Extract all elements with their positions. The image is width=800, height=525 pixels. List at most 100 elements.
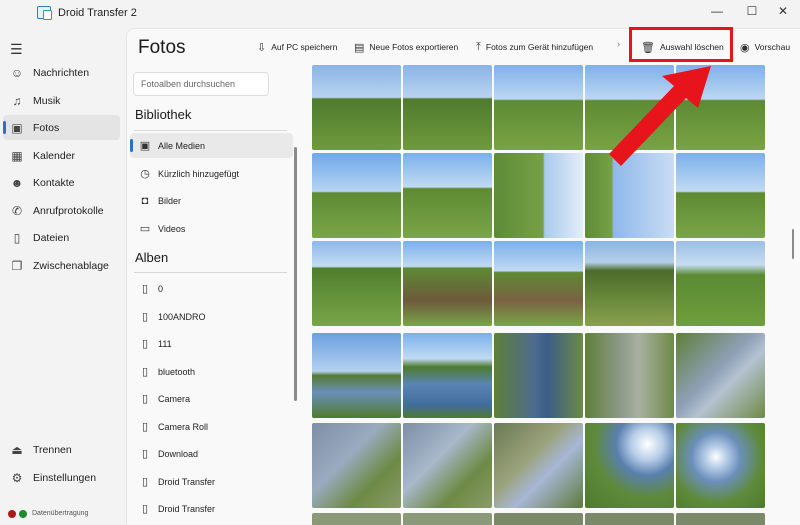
- app-logo-icon: [37, 6, 52, 20]
- export-new-photos-label: Neue Fotos exportieren: [369, 42, 459, 52]
- eye-icon: ◉: [740, 41, 750, 54]
- photo-thumbnail[interactable]: [494, 513, 583, 525]
- title-bar: Droid Transfer 2 — ☐ ✕: [0, 0, 800, 28]
- save-pc-icon: ⇩: [257, 41, 267, 54]
- photo-thumbnail[interactable]: [494, 153, 583, 238]
- album-item[interactable]: ▯ 0: [130, 276, 293, 301]
- photo-thumbnail[interactable]: [312, 65, 401, 150]
- sidebar-item-musik[interactable]: ♫ Musik: [3, 88, 120, 113]
- phone-storage-icon: ▯: [141, 393, 149, 405]
- photo-thumbnail[interactable]: [585, 241, 674, 326]
- gear-icon: ⚙: [11, 470, 23, 485]
- disconnect-button[interactable]: ⏏ Trennen: [3, 437, 120, 462]
- album-item-label: bluetooth: [158, 366, 196, 377]
- library-item-all-media[interactable]: ▣ Alle Medien: [130, 133, 293, 158]
- photo-thumbnail[interactable]: [403, 423, 492, 508]
- sidebar-item-label: Dateien: [33, 231, 70, 244]
- chat-icon: ☺: [10, 65, 24, 80]
- sidebar-item-anrufprotokolle[interactable]: ✆ Anrufprotokolle: [3, 198, 120, 223]
- album-item-label: Camera: [158, 393, 191, 404]
- album-item-label: 100ANDRO: [158, 311, 206, 322]
- library-item-recent[interactable]: ◷ Kürzlich hinzugefügt: [130, 161, 293, 186]
- photo-thumbnail[interactable]: [403, 65, 492, 150]
- export-new-photos-button[interactable]: ▤ Neue Fotos exportieren: [354, 39, 458, 55]
- red-arrow-annotation: [609, 66, 711, 166]
- photo-thumbnail[interactable]: [403, 153, 492, 238]
- photo-thumbnail[interactable]: [312, 241, 401, 326]
- preview-button[interactable]: ◉ Vorschau: [740, 39, 790, 55]
- photo-thumbnail[interactable]: [494, 333, 583, 418]
- file-icon: ▯: [13, 230, 21, 245]
- photo-thumbnail[interactable]: [494, 423, 583, 508]
- contacts-icon: ☻: [10, 175, 24, 190]
- photo-thumbnail[interactable]: [494, 241, 583, 326]
- divider: [134, 272, 287, 273]
- phone-storage-icon: ▯: [141, 421, 149, 433]
- photo-thumbnail[interactable]: [403, 333, 492, 418]
- phone-storage-icon: ▯: [141, 338, 149, 350]
- photo-thumbnail[interactable]: [676, 333, 765, 418]
- image-icon: ▣: [139, 140, 151, 152]
- status-dot-green: [19, 510, 27, 518]
- gallery-scrollbar[interactable]: [792, 229, 794, 259]
- save-to-pc-label: Auf PC speichern: [271, 42, 338, 52]
- photo-thumbnail[interactable]: [494, 65, 583, 150]
- photo-thumbnail[interactable]: [403, 513, 492, 525]
- maximize-button[interactable]: ☐: [735, 0, 769, 22]
- sidebar-item-kontakte[interactable]: ☻ Kontakte: [3, 170, 120, 195]
- album-item[interactable]: ▯ Droid Transfer: [130, 496, 293, 521]
- save-to-pc-button[interactable]: ⇩ Auf PC speichern: [257, 39, 337, 55]
- library-item-label: Kürzlich hinzugefügt: [158, 168, 240, 179]
- library-item-label: Alle Medien: [158, 140, 206, 151]
- photo-thumbnail[interactable]: [585, 333, 674, 418]
- photo-thumbnail[interactable]: [676, 241, 765, 326]
- window-title: Droid Transfer 2: [58, 7, 137, 19]
- photo-thumbnail[interactable]: [585, 423, 674, 508]
- sidebar-item-dateien[interactable]: ▯ Dateien: [3, 225, 120, 250]
- sidebar-item-label: Fotos: [33, 121, 60, 134]
- photo-thumbnail[interactable]: [676, 423, 765, 508]
- close-button[interactable]: ✕: [766, 0, 800, 22]
- album-item[interactable]: ▯ bluetooth: [130, 359, 293, 384]
- status-indicator: [8, 510, 27, 518]
- photo-thumbnail[interactable]: [312, 513, 401, 525]
- library-item-videos[interactable]: ▭ Videos: [130, 216, 293, 241]
- photo-thumbnail[interactable]: [585, 513, 674, 525]
- hamburger-menu-icon[interactable]: ☰: [10, 41, 23, 58]
- sidebar-item-kalender[interactable]: ▦ Kalender: [3, 143, 120, 168]
- album-item[interactable]: ▯ Droid Transfer: [130, 469, 293, 494]
- status-dot-red: [8, 510, 16, 518]
- albums-panel: Fotoalben durchsuchen Bibliothek ▣ Alle …: [127, 65, 302, 525]
- add-photos-to-device-button[interactable]: ⤒ Fotos zum Gerät hinzufügen: [476, 39, 593, 55]
- photo-thumbnail[interactable]: [312, 153, 401, 238]
- sidebar-item-fotos[interactable]: ▣ Fotos: [3, 115, 120, 140]
- photo-thumbnail[interactable]: [403, 241, 492, 326]
- album-item-label: 111: [158, 338, 172, 349]
- sidebar-item-label: Nachrichten: [33, 66, 90, 79]
- minimize-button[interactable]: —: [700, 0, 734, 22]
- album-item[interactable]: ▯ 111: [130, 331, 293, 356]
- photo-thumbnail[interactable]: [312, 333, 401, 418]
- recent-icon: ◷: [140, 168, 150, 180]
- album-search-input[interactable]: Fotoalben durchsuchen: [133, 72, 269, 96]
- add-photos-to-device-label: Fotos zum Gerät hinzufügen: [485, 42, 594, 52]
- camera-icon: ◘: [141, 194, 149, 207]
- library-item-pictures[interactable]: ◘ Bilder: [130, 188, 293, 213]
- toolbar-overflow-chevron-icon[interactable]: ›: [617, 39, 620, 49]
- album-item[interactable]: ▯ Download: [130, 441, 293, 466]
- album-item[interactable]: ▯ Camera: [130, 386, 293, 411]
- sidebar-item-label: Zwischenablage: [33, 259, 109, 272]
- library-item-label: Videos: [158, 223, 186, 234]
- album-item[interactable]: ▯ 100ANDRO: [130, 304, 293, 329]
- status-text: Datenübertragung: [32, 510, 89, 517]
- sidebar-item-nachrichten[interactable]: ☺ Nachrichten: [3, 60, 120, 85]
- album-item-label: 0: [158, 283, 164, 294]
- photo-thumbnail[interactable]: [312, 423, 401, 508]
- albums-header: Alben: [135, 250, 169, 265]
- settings-button[interactable]: ⚙ Einstellungen: [3, 465, 120, 490]
- photo-icon: ▣: [11, 120, 23, 135]
- photo-thumbnail[interactable]: [676, 513, 765, 525]
- sidebar-item-zwischenablage[interactable]: ❐ Zwischenablage: [3, 253, 120, 278]
- album-item[interactable]: ▯ Camera Roll: [130, 414, 293, 439]
- albums-scrollbar[interactable]: [294, 147, 297, 401]
